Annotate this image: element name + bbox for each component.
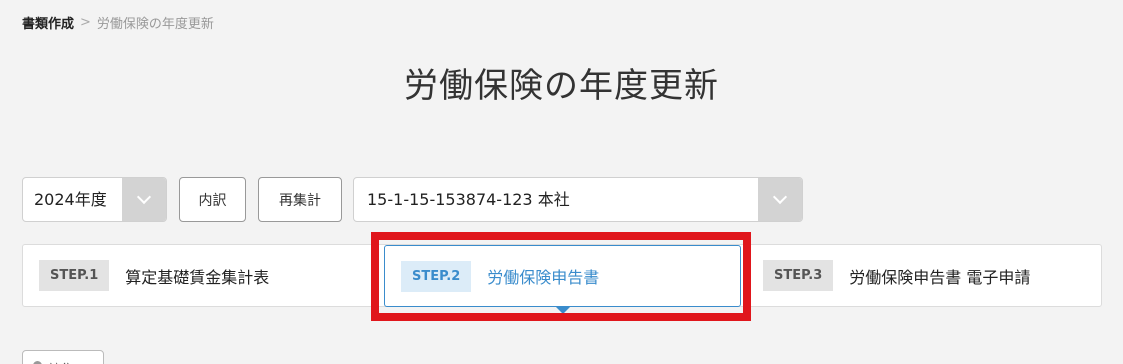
- chevron-down-icon[interactable]: [122, 178, 166, 221]
- year-select[interactable]: 2024年度: [22, 177, 167, 222]
- step-label: 労働保険申告書 電子申請: [849, 267, 1031, 287]
- step-label: 算定基礎賃金集計表: [125, 267, 270, 287]
- breadcrumb-separator: >: [80, 15, 91, 30]
- page-title: 労働保険の年度更新: [404, 66, 719, 106]
- breakdown-button[interactable]: 内訳: [179, 177, 246, 222]
- edit-button-label: 編集: [48, 359, 74, 364]
- step-badge: STEP.3: [763, 260, 834, 291]
- step-badge: STEP.1: [39, 260, 110, 291]
- chevron-down-icon[interactable]: [758, 178, 802, 221]
- breadcrumb: 書類作成 > 労働保険の年度更新: [22, 13, 214, 32]
- recalculate-button[interactable]: 再集計: [258, 177, 342, 222]
- office-select[interactable]: 15-1-15-153874-123 本社: [353, 177, 803, 222]
- highlight-box: [371, 232, 751, 321]
- step-1[interactable]: STEP.1 算定基礎賃金集計表: [39, 245, 269, 306]
- step-3[interactable]: STEP.3 労働保険申告書 電子申請: [763, 245, 1030, 306]
- year-select-value: 2024年度: [34, 190, 107, 209]
- office-select-value: 15-1-15-153874-123 本社: [367, 190, 570, 209]
- breadcrumb-current: 労働保険の年度更新: [96, 17, 214, 32]
- breadcrumb-link-documents[interactable]: 書類作成: [22, 13, 74, 32]
- edit-button[interactable]: 編集: [22, 350, 104, 364]
